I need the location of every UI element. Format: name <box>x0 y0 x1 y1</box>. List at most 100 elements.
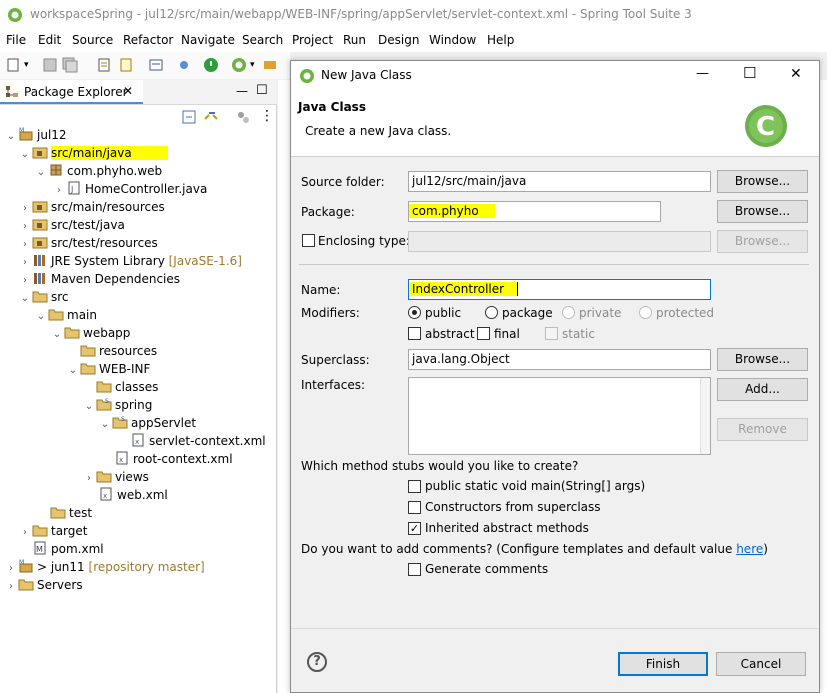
link-with-editor-icon[interactable] <box>203 109 219 125</box>
collapse-arrow-icon[interactable]: ⌄ <box>18 290 32 308</box>
tab-package-explorer[interactable]: Package Explorer ✕ <box>0 80 143 104</box>
collapse-all-icon[interactable] <box>181 109 197 125</box>
package-field[interactable]: com.phyho <box>408 201 661 222</box>
menu-edit[interactable]: Edit <box>38 33 61 47</box>
menu-refactor[interactable]: Refactor <box>123 33 173 47</box>
enclosing-type-checkbox[interactable] <box>302 234 315 247</box>
menu-window[interactable]: Window <box>429 33 476 47</box>
tree-item-pom-xml[interactable]: Mpom.xml <box>32 540 104 558</box>
collapse-arrow-icon[interactable]: ⌄ <box>34 164 48 182</box>
tree-item-web-inf[interactable]: ⌄ WEB-INF <box>66 360 151 380</box>
generate-comments-checkbox[interactable] <box>408 563 421 576</box>
source-folder-icon <box>32 219 48 231</box>
spring-dashboard-icon[interactable] <box>231 57 247 73</box>
svg-text:x: x <box>119 456 123 464</box>
collapse-arrow-icon[interactable]: ⌄ <box>34 308 48 326</box>
menu-design[interactable]: Design <box>378 33 419 47</box>
dialog-heading: Java Class <box>298 100 366 114</box>
package-label: Package: <box>301 205 355 219</box>
build-icon[interactable] <box>96 57 112 73</box>
tree-item-web-xml[interactable]: x web.xml <box>98 486 168 504</box>
collapse-arrow-icon[interactable]: ⌄ <box>82 398 96 416</box>
tree-item-src-test-resources[interactable]: › src/test/resources <box>18 234 158 252</box>
tree-item-servers[interactable]: › Servers <box>4 576 83 594</box>
save-icon[interactable] <box>42 57 58 73</box>
modifier-final-checkbox[interactable] <box>477 327 490 340</box>
save-all-icon[interactable] <box>62 57 78 73</box>
superclass-field[interactable]: java.lang.Object <box>408 349 711 370</box>
maximize-icon[interactable]: ☐ <box>743 64 756 82</box>
new-dropdown-icon[interactable]: ▾ <box>24 57 40 73</box>
configure-templates-link[interactable]: here <box>736 542 763 556</box>
tree-item-views[interactable]: › views <box>82 468 149 486</box>
menu-search[interactable]: Search <box>242 33 283 47</box>
finish-button[interactable]: Finish <box>618 652 708 676</box>
minimize-icon[interactable]: — <box>696 66 709 81</box>
maximize-view-icon[interactable]: ☐ <box>256 83 268 98</box>
modifier-public-radio[interactable] <box>408 306 421 319</box>
stub-main-checkbox[interactable] <box>408 480 421 493</box>
tree-item-appservlet[interactable]: ⌄ SappServlet <box>98 414 196 432</box>
tree-item-resources[interactable]: resources <box>80 342 157 360</box>
add-interface-button[interactable]: Add... <box>717 378 808 401</box>
tree-item-com-phyho-web[interactable]: ⌄ com.phyho.web <box>34 162 162 180</box>
debug-icon[interactable] <box>176 57 192 73</box>
package-browse-button[interactable]: Browse... <box>717 200 808 223</box>
tree-item-jre-system-library[interactable]: › JRE System Library [JavaSE-1.6] <box>18 252 242 270</box>
menu-help[interactable]: Help <box>487 33 514 47</box>
tree-item-webapp[interactable]: ⌄ webapp <box>50 324 131 344</box>
console-icon[interactable] <box>148 57 164 73</box>
new-icon[interactable] <box>6 57 22 73</box>
tree-item-homecontroller[interactable]: › J HomeController.java <box>52 180 207 198</box>
tree-item-src-main-resources[interactable]: › src/main/resources <box>18 198 165 216</box>
menu-source[interactable]: Source <box>72 33 113 47</box>
collapse-arrow-icon[interactable]: ⌄ <box>98 416 112 434</box>
modifier-abstract-checkbox[interactable] <box>408 327 421 340</box>
tree-item-target[interactable]: › target <box>18 522 88 540</box>
interfaces-list[interactable] <box>408 377 711 455</box>
stub-constructors-checkbox[interactable] <box>408 501 421 514</box>
tree-item-main[interactable]: ⌄ main <box>34 306 97 324</box>
help-icon[interactable]: ? <box>307 652 327 672</box>
tree-item-src-main-java[interactable]: ⌄ src/main/java <box>18 144 168 162</box>
collapse-arrow-icon[interactable]: ⌄ <box>50 326 64 344</box>
expand-arrow-icon[interactable]: › <box>18 524 32 542</box>
tree-item-jun11[interactable]: › M > jun11 [repository master] <box>4 558 205 576</box>
collapse-arrow-icon[interactable]: ⌄ <box>4 128 18 146</box>
folder-icon <box>32 525 48 537</box>
tree-item-servlet-context-xml[interactable]: x servlet-context.xml <box>130 432 266 450</box>
tree-item-jul12[interactable]: ⌄ Mjul12 <box>4 126 67 144</box>
tree-item-maven-dependencies[interactable]: › Maven Dependencies <box>18 270 180 288</box>
boot-dashboard-icon[interactable] <box>262 57 278 73</box>
minimize-view-icon[interactable]: — <box>236 84 248 98</box>
modifier-package-radio[interactable] <box>485 306 498 319</box>
tree-item-src[interactable]: ⌄ src <box>18 288 69 306</box>
stub-inherited-checkbox[interactable]: ✓ <box>408 522 421 535</box>
run-server-icon[interactable] <box>203 57 219 73</box>
tree-item-classes[interactable]: classes <box>96 378 158 396</box>
view-menu-icon[interactable]: ⋮ <box>260 108 274 124</box>
interfaces-scrollbar[interactable] <box>700 378 710 454</box>
tree-item-root-context-xml[interactable]: x root-context.xml <box>114 450 233 468</box>
modifier-static-checkbox <box>545 327 558 340</box>
collapse-arrow-icon[interactable]: ⌄ <box>66 362 80 380</box>
tree-item-spring[interactable]: ⌄ Sspring <box>82 396 153 416</box>
expand-arrow-icon[interactable]: › <box>4 578 18 596</box>
source-folder-field[interactable]: jul12/src/main/java <box>408 171 711 192</box>
source-folder-browse-button[interactable]: Browse... <box>717 170 808 193</box>
superclass-browse-button[interactable]: Browse... <box>717 348 808 371</box>
tree-item-src-test-java[interactable]: › src/test/java <box>18 216 125 234</box>
menu-file[interactable]: File <box>6 33 26 47</box>
tree-item-test[interactable]: test <box>50 504 92 522</box>
menu-run[interactable]: Run <box>343 33 366 47</box>
expand-arrow-icon[interactable]: › <box>82 470 96 488</box>
menu-navigate[interactable]: Navigate <box>181 33 235 47</box>
menu-project[interactable]: Project <box>292 33 333 47</box>
name-field[interactable]: IndexController <box>408 279 711 300</box>
focus-on-task-icon[interactable] <box>235 109 251 125</box>
task-icon[interactable] <box>118 57 134 73</box>
collapse-arrow-icon[interactable]: ⌄ <box>18 146 32 164</box>
close-tab-icon[interactable]: ✕ <box>123 84 133 98</box>
cancel-button[interactable]: Cancel <box>716 652 806 676</box>
close-icon[interactable]: ✕ <box>790 66 802 82</box>
